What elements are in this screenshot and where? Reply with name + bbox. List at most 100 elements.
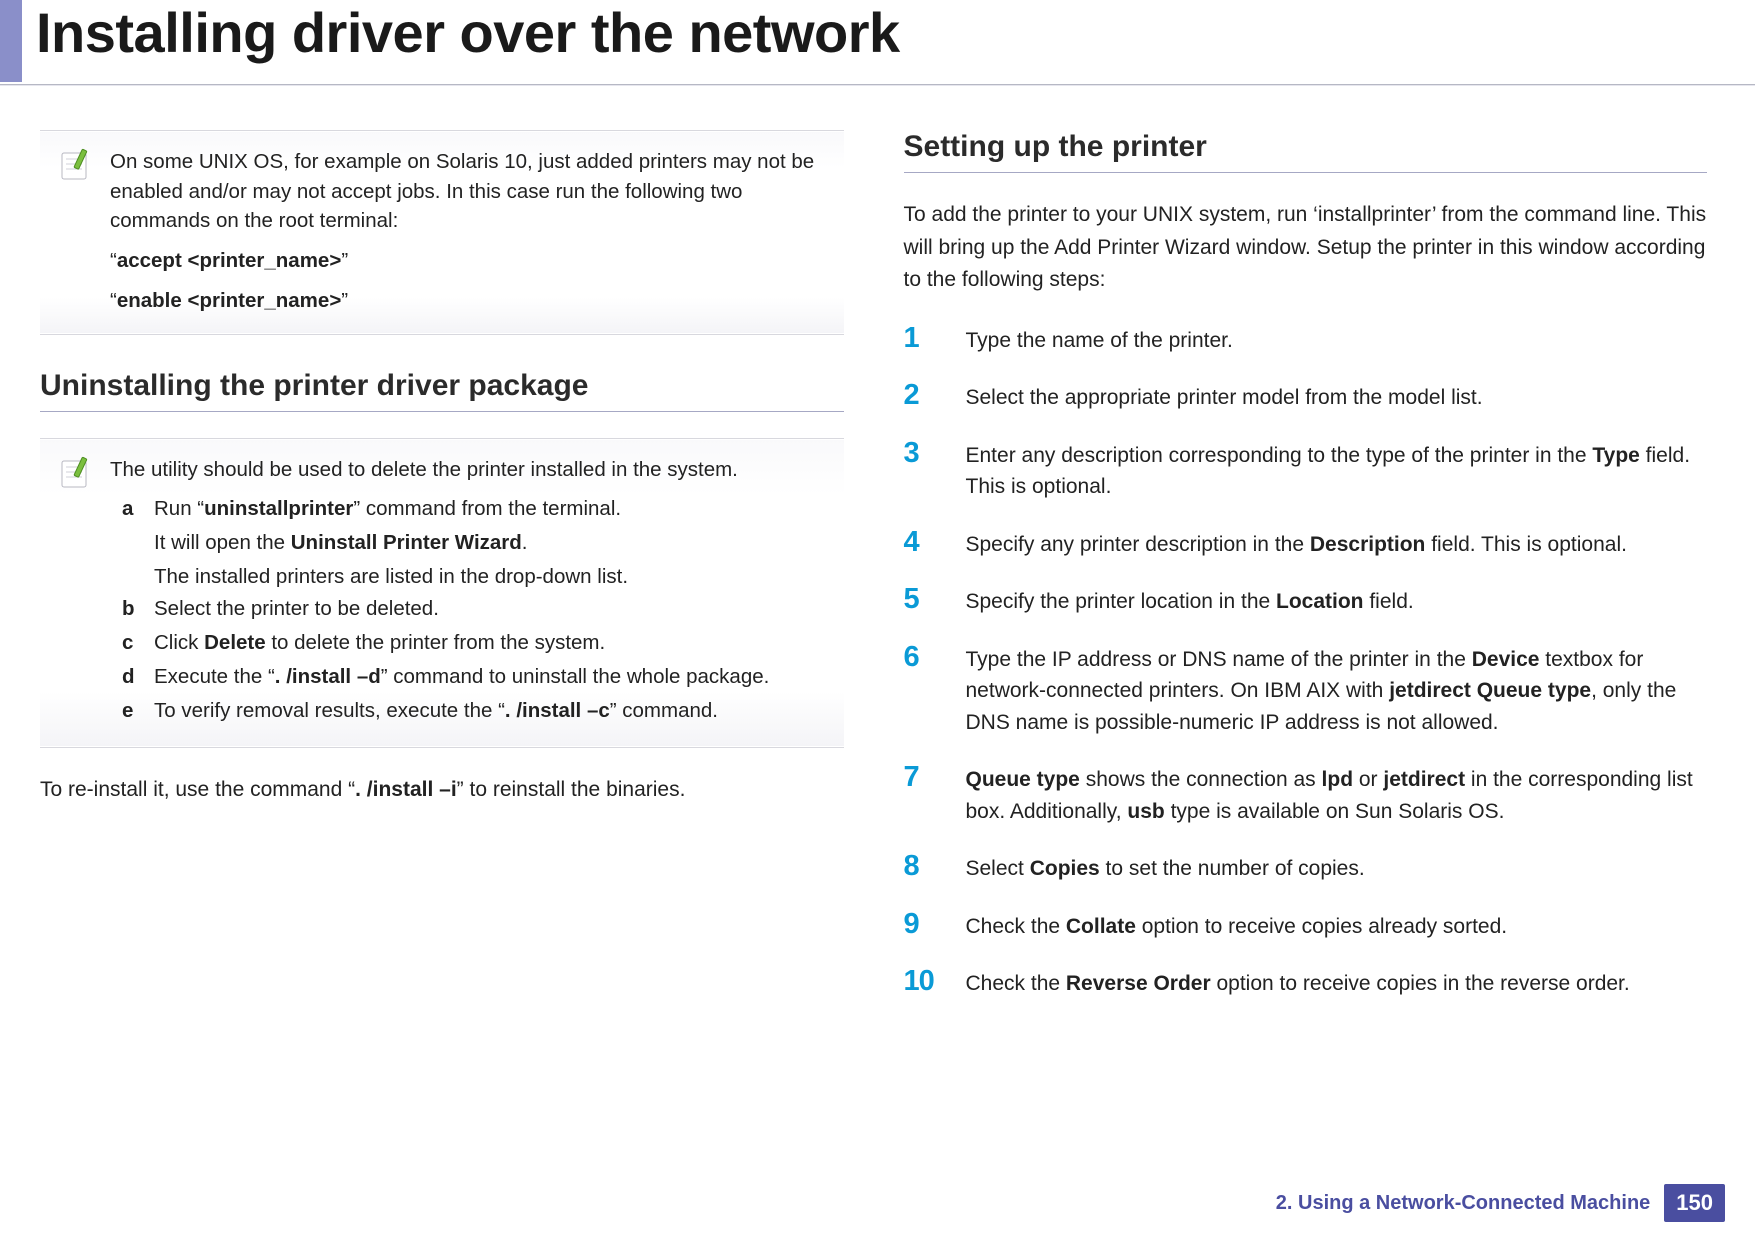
sub-c: c Click Delete to delete the printer fro… [122,628,822,659]
step-6-pre: Type the IP address or DNS name of the p… [966,648,1472,671]
sub-a-l2-bold: Uninstall Printer Wizard [291,531,522,554]
step-6-bold2: jetdirect Queue type [1389,679,1591,702]
reinstall-paragraph: To re-install it, use the command “. /in… [40,774,844,807]
note1-cmd1: “accept <printer_name>” [110,246,822,276]
step-7-t2: or [1353,768,1383,791]
step-3-number: 3 [904,438,948,468]
note1-cmd2: “enable <printer_name>” [110,286,822,316]
step-1-text: Type the name of the printer. [966,323,1233,357]
sub-b-body: Select the printer to be deleted. [154,594,439,625]
step-8-pre: Select [966,857,1030,880]
pencil-note-icon [58,455,94,491]
step-1-number: 1 [904,323,948,353]
step-8-post: to set the number of copies. [1100,857,1365,880]
sub-c-letter: c [122,628,144,659]
step-7-t4: type is available on Sun Solaris OS. [1165,800,1505,823]
sub-a-body: Run “uninstallprinter” command from the … [154,494,628,591]
section-setting-up-heading: Setting up the printer [904,130,1708,173]
sub-a-l2-pre: It will open the [154,531,291,554]
step-5-post: field. [1364,590,1414,613]
step-9: 9 Check the Collate option to receive co… [904,909,1708,943]
step-3: 3 Enter any description corresponding to… [904,438,1708,503]
sub-a-line2: It will open the Uninstall Printer Wizar… [154,528,628,558]
sub-c-pre: Click [154,631,204,654]
step-6-bold1: Device [1472,648,1540,671]
step-9-post: option to receive copies already sorted. [1136,915,1507,938]
setting-up-intro: To add the printer to your UNIX system, … [904,199,1708,297]
step-7-bold2: lpd [1322,768,1354,791]
footer: 2. Using a Network-Connected Machine 150 [1276,1184,1725,1222]
step-4-post: field. This is optional. [1425,533,1627,556]
note-box-unix-os: On some UNIX OS, for example on Solaris … [40,130,844,335]
sub-c-bold: Delete [204,631,266,654]
reinstall-pre: To re-install it, use the command “ [40,778,355,801]
step-7: 7 Queue type shows the connection as lpd… [904,762,1708,827]
sub-e-post: ” command. [610,699,718,722]
left-column: On some UNIX OS, for example on Solaris … [40,130,844,1024]
sub-a-letter: a [122,494,144,591]
sub-b-text: Select the printer to be deleted. [154,594,439,624]
step-8-number: 8 [904,851,948,881]
footer-chapter: 2. Using a Network-Connected Machine [1276,1192,1651,1215]
title-bar: Installing driver over the network [0,0,1755,90]
sub-b: b Select the printer to be deleted. [122,594,822,625]
step-1: 1 Type the name of the printer. [904,323,1708,357]
uninstall-sublist: a Run “uninstallprinter” command from th… [110,494,822,726]
section-uninstalling-heading: Uninstalling the printer driver package [40,369,844,412]
step-4-text: Specify any printer description in the D… [966,527,1627,561]
sub-e-bold: . /install –c [505,699,610,722]
step-10-post: option to receive copies in the reverse … [1211,972,1630,995]
step-4: 4 Specify any printer description in the… [904,527,1708,561]
step-6-number: 6 [904,642,948,672]
step-5-number: 5 [904,584,948,614]
step-5-bold: Location [1276,590,1364,613]
sub-b-letter: b [122,594,144,625]
document-page: Installing driver over the network On so… [0,0,1755,1240]
title-rule [0,84,1755,86]
reinstall-bold: . /install –i [355,778,457,801]
step-5-text: Specify the printer location in the Loca… [966,584,1414,618]
note2-intro: The utility should be used to delete the… [110,455,822,485]
right-column: Setting up the printer To add the printe… [904,130,1708,1024]
cmd1-bold: accept <printer_name> [117,249,341,272]
title-accent [0,0,22,82]
step-8: 8 Select Copies to set the number of cop… [904,851,1708,885]
sub-e: e To verify removal results, execute the… [122,696,822,727]
sub-a-l1-pre: Run “ [154,497,204,520]
step-2-text: Select the appropriate printer model fro… [966,380,1483,414]
setup-steps: 1 Type the name of the printer. 2 Select… [904,323,1708,1000]
step-7-bold4: usb [1127,800,1164,823]
cmd1-quote-open: “ [110,249,117,272]
sub-d-post: ” command to uninstall the whole package… [381,665,770,688]
step-6-text: Type the IP address or DNS name of the p… [966,642,1708,739]
step-10-bold: Reverse Order [1066,972,1211,995]
step-2-number: 2 [904,380,948,410]
step-4-pre: Specify any printer description in the [966,533,1310,556]
step-3-bold: Type [1592,444,1639,467]
step-7-text: Queue type shows the connection as lpd o… [966,762,1708,827]
cmd2-quote-open: “ [110,289,117,312]
step-9-text: Check the Collate option to receive copi… [966,909,1508,943]
step-9-pre: Check the [966,915,1066,938]
note1-text: On some UNIX OS, for example on Solaris … [110,147,822,236]
sub-a-line1: Run “uninstallprinter” command from the … [154,494,628,524]
step-7-number: 7 [904,762,948,792]
step-8-text: Select Copies to set the number of copie… [966,851,1365,885]
sub-a-l2-post: . [522,531,528,554]
step-6: 6 Type the IP address or DNS name of the… [904,642,1708,739]
sub-d-pre: Execute the “ [154,665,275,688]
sub-a-l1-post: ” command from the terminal. [353,497,621,520]
cmd2-bold: enable <printer_name> [117,289,341,312]
reinstall-post: ” to reinstall the binaries. [457,778,686,801]
step-4-bold: Description [1310,533,1426,556]
step-5-pre: Specify the printer location in the [966,590,1277,613]
cmd2-quote-close: ” [341,289,348,312]
sub-e-text: To verify removal results, execute the “… [154,696,718,726]
sub-e-letter: e [122,696,144,727]
sub-c-post: to delete the printer from the system. [266,631,606,654]
step-7-bold3: jetdirect [1383,768,1465,791]
sub-a-line3: The installed printers are listed in the… [154,562,628,592]
step-10: 10 Check the Reverse Order option to rec… [904,966,1708,1000]
cmd1-quote-close: ” [341,249,348,272]
step-8-bold: Copies [1030,857,1100,880]
